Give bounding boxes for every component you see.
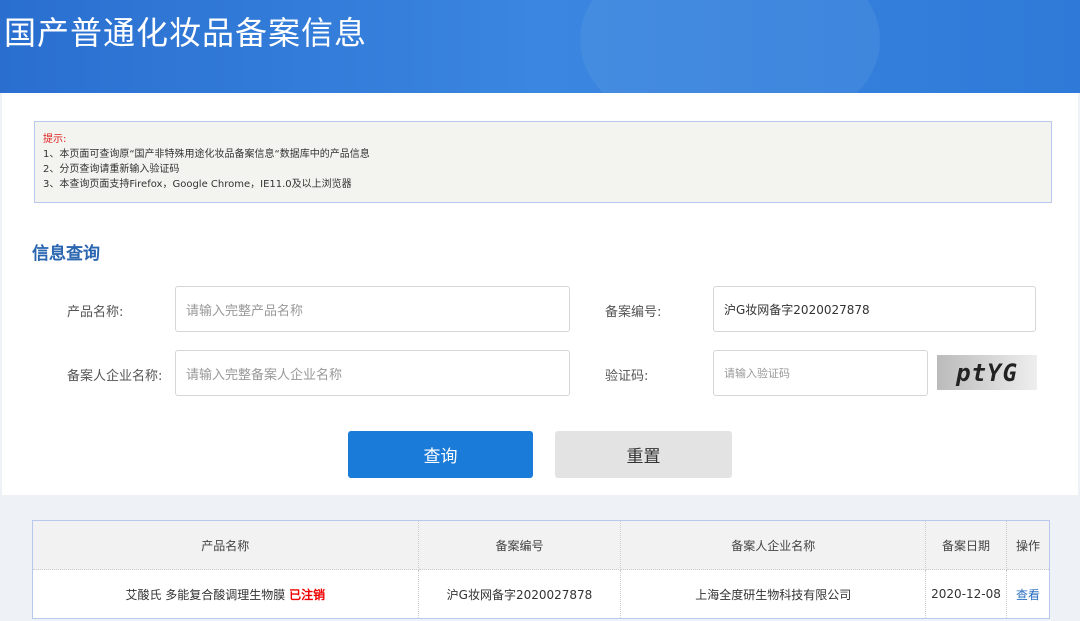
captcha-input[interactable]: 请输入验证码 <box>713 350 928 396</box>
captcha-label: 验证码: <box>605 369 649 384</box>
cell-company-name: 上海全度研生物科技有限公司 <box>620 569 927 619</box>
page-title: 国产普通化妆品备案信息 <box>4 14 368 52</box>
header-record-date: 备案日期 <box>925 520 1007 570</box>
tip-line: 2、分页查询请重新输入验证码 <box>43 164 180 175</box>
cell-product-name: 艾酸氏 多能复合酸调理生物膜 已注销 <box>32 569 419 619</box>
table-row: 艾酸氏 多能复合酸调理生物膜 已注销 沪G妆网备字2020027878 上海全度… <box>32 569 1050 619</box>
tip-line: 1、本页面可查询原“国产非特殊用途化妆品备案信息“数据库中的产品信息 <box>43 149 370 160</box>
product-name-input[interactable]: 请输入完整产品名称 <box>175 286 570 332</box>
page-header: 国产普通化妆品备案信息 <box>0 0 1080 93</box>
header-action: 操作 <box>1006 520 1050 570</box>
product-name-label: 产品名称: <box>67 305 124 320</box>
cell-record-number: 沪G妆网备字2020027878 <box>417 569 622 619</box>
tips-title: 提示: <box>43 134 67 145</box>
tips-box: 提示: 1、本页面可查询原“国产非特殊用途化妆品备案信息“数据库中的产品信息 2… <box>34 121 1052 203</box>
view-link[interactable]: 查看 <box>1016 588 1040 602</box>
table-header-row: 产品名称 备案编号 备案人企业名称 备案日期 操作 <box>32 520 1050 570</box>
captcha-image[interactable]: ptYG <box>937 355 1037 390</box>
header-company-name: 备案人企业名称 <box>620 520 927 570</box>
query-button[interactable]: 查询 <box>348 431 533 478</box>
company-name-input[interactable]: 请输入完整备案人企业名称 <box>175 350 570 396</box>
record-number-label: 备案编号: <box>605 305 662 320</box>
tip-line: 3、本查询页面支持Firefox，Google Chrome，IE11.0及以上… <box>43 179 352 190</box>
record-number-input[interactable]: 沪G妆网备字2020027878 <box>713 286 1036 332</box>
section-title: 信息查询 <box>32 244 100 264</box>
results-table: 产品名称 备案编号 备案人企业名称 备案日期 操作 艾酸氏 多能复合酸调理生物膜… <box>32 520 1050 619</box>
search-panel: 提示: 1、本页面可查询原“国产非特殊用途化妆品备案信息“数据库中的产品信息 2… <box>2 93 1078 495</box>
cell-record-date: 2020-12-08 <box>925 569 1007 619</box>
reset-button[interactable]: 重置 <box>555 431 732 478</box>
cell-action: 查看 <box>1006 569 1050 619</box>
company-name-label: 备案人企业名称: <box>67 369 163 384</box>
header-record-number: 备案编号 <box>417 520 622 570</box>
status-badge: 已注销 <box>289 587 326 602</box>
product-name: 艾酸氏 多能复合酸调理生物膜 <box>125 587 286 602</box>
header-product-name: 产品名称 <box>32 520 419 570</box>
